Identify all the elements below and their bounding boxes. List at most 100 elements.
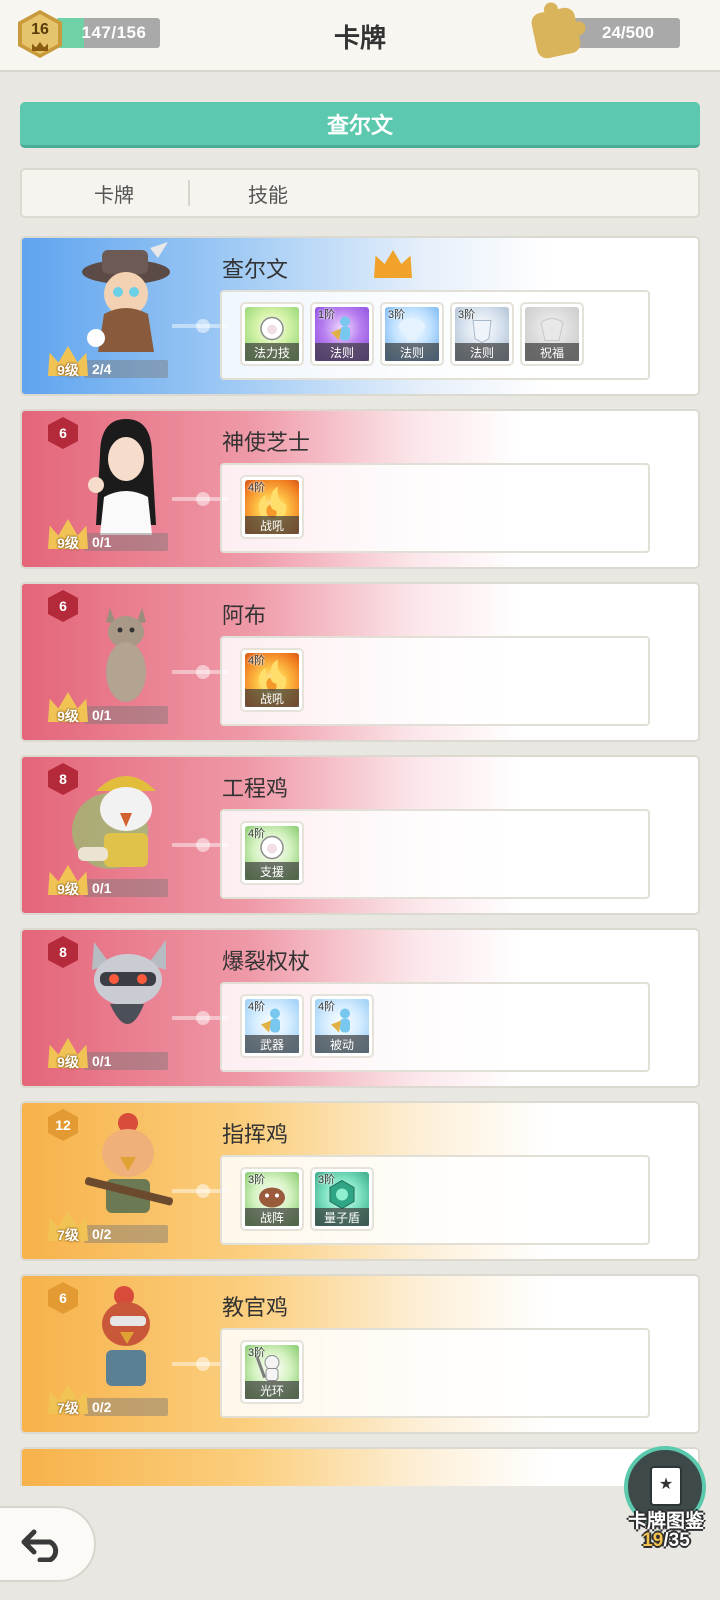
skill-box: 3阶 战阵 3阶 量子盾 xyxy=(220,1155,650,1245)
skill-label: 战阵 xyxy=(245,1208,299,1226)
skill-slot[interactable]: 3阶法则 xyxy=(450,302,514,366)
card-level: 9级 xyxy=(57,708,79,724)
shard-progress: 0/1 xyxy=(84,879,168,897)
tab-divider xyxy=(188,180,190,206)
card-row[interactable]: 12 7级 0/2 指挥鸡 3阶 战阵 3阶 量子盾 xyxy=(20,1101,700,1261)
commander-chicken-portrait[interactable] xyxy=(70,1107,182,1227)
hero-name-bar[interactable]: 查尔文 xyxy=(20,102,700,148)
skill-label: 法则 xyxy=(385,343,439,361)
skill-slot[interactable]: 4阶支援 xyxy=(240,821,304,885)
card-level: 9级 xyxy=(57,362,79,378)
skill-slot[interactable]: 4阶战吼 xyxy=(240,648,304,712)
skill-tier: 4阶 xyxy=(248,1001,266,1013)
cat-portrait[interactable] xyxy=(70,588,182,708)
skill-slot[interactable]: 3阶战阵 xyxy=(240,1167,304,1231)
level-crown: 9级 xyxy=(48,692,88,726)
bottom-area xyxy=(0,1486,720,1600)
skill-label: 战吼 xyxy=(245,516,299,534)
card-row[interactable]: 6 9级 0/1 神使芝士 4阶 战吼 xyxy=(20,409,700,569)
skill-box: 4阶 武器 4阶 被动 xyxy=(220,982,650,1072)
card-name: 工程鸡 xyxy=(222,776,289,801)
card-row[interactable]: 9级 2/4 查尔文 法力技 1阶 法则 3阶 法则 3阶 法则 祝福 xyxy=(20,236,700,396)
skill-slot[interactable]: 4阶 被动 xyxy=(310,994,374,1058)
skill-slot[interactable]: 4阶武器 xyxy=(240,994,304,1058)
robot-raccoon-portrait[interactable] xyxy=(70,934,182,1054)
skill-label: 法力技 xyxy=(245,343,299,361)
skill-tier: 3阶 xyxy=(248,1174,266,1186)
instructor-chicken-portrait[interactable] xyxy=(70,1280,182,1400)
skill-tier: 4阶 xyxy=(248,482,266,494)
level-crown: 9级 xyxy=(48,865,88,899)
card-row[interactable]: 6 7级 0/2 教官鸡 3阶 光环 xyxy=(20,1274,700,1434)
top-bar: 16 147/156 卡牌 24/500 xyxy=(0,0,720,72)
shard-progress: 0/2 xyxy=(84,1398,168,1416)
back-arrow-icon xyxy=(21,1529,59,1562)
card-name: 阿布 xyxy=(222,603,267,628)
level-crown: 9级 xyxy=(48,519,88,553)
skill-box: 4阶战吼 xyxy=(220,463,650,553)
skill-tier: 4阶 xyxy=(248,655,266,667)
skill-label: 支援 xyxy=(245,862,299,880)
card-row[interactable]: 8 9级 0/1 爆裂权杖 4阶 武器 4阶 被动 xyxy=(20,928,700,1088)
skill-label: 战吼 xyxy=(245,689,299,707)
skill-slot[interactable]: 3阶 法则 xyxy=(380,302,444,366)
gold-crown-icon xyxy=(374,250,412,278)
tab-skills[interactable]: 技能 xyxy=(248,170,288,216)
shard-progress: 0/1 xyxy=(84,533,168,551)
card-name: 爆裂权杖 xyxy=(222,949,311,974)
skill-label: 被动 xyxy=(315,1035,369,1053)
tab-cards[interactable]: 卡牌 xyxy=(94,170,134,216)
level-crown: 9级 xyxy=(48,1038,88,1072)
card-list[interactable]: 9级 2/4 查尔文 法力技 1阶 法则 3阶 法则 3阶 法则 祝福 6 9级 0/1 神使芝士 4阶 战吼 6… xyxy=(0,236,720,1486)
skill-slot[interactable]: 祝福 xyxy=(520,302,584,366)
card-row[interactable]: 8 9级 0/1 工程鸡 4阶 支援 xyxy=(20,755,700,915)
level-crown: 7级 xyxy=(48,1384,88,1418)
skill-box: 法力技 1阶 法则 3阶 法则 3阶 法则 祝福 xyxy=(220,290,650,380)
skill-tier: 4阶 xyxy=(248,828,266,840)
skill-slot[interactable]: 1阶法则 xyxy=(310,302,374,366)
card-name: 神使芝士 xyxy=(222,430,311,455)
card-level: 7级 xyxy=(57,1227,79,1243)
card-collection-label: 卡牌图鉴 xyxy=(627,1511,704,1532)
card-level: 7级 xyxy=(57,1400,79,1416)
card-row-partial[interactable] xyxy=(20,1447,700,1486)
level-crown: 9级 xyxy=(48,346,88,380)
skill-label: 法则 xyxy=(315,343,369,361)
steampunk-mage-portrait[interactable] xyxy=(70,242,182,362)
skill-tier: 1阶 xyxy=(318,309,336,321)
level-crown: 7级 xyxy=(48,1211,88,1245)
skill-box: 4阶支援 xyxy=(220,809,650,899)
skill-slot[interactable]: 3阶量子盾 xyxy=(310,1167,374,1231)
back-button[interactable] xyxy=(0,1506,96,1582)
skill-slot[interactable]: 法力技 xyxy=(240,302,304,366)
card-name: 教官鸡 xyxy=(222,1295,289,1320)
player-level: 16 xyxy=(31,21,49,38)
skill-label: 量子盾 xyxy=(315,1208,369,1226)
skill-tier: 3阶 xyxy=(248,1347,266,1359)
skill-label: 祝福 xyxy=(525,343,579,361)
skill-label: 武器 xyxy=(245,1035,299,1053)
card-level: 9级 xyxy=(57,881,79,897)
skill-tier: 3阶 xyxy=(318,1174,336,1186)
skill-slot[interactable]: 4阶战吼 xyxy=(240,475,304,539)
skill-slot[interactable]: 3阶 光环 xyxy=(240,1340,304,1404)
card-name: 指挥鸡 xyxy=(222,1122,289,1147)
shard-progress: 0/1 xyxy=(84,1052,168,1070)
card-collection-count: 19/35 xyxy=(614,1530,718,1552)
collection-total: /35 xyxy=(663,1530,690,1551)
card-level: 9级 xyxy=(57,1054,79,1070)
card-row[interactable]: 6 9级 0/1 阿布 4阶 战吼 xyxy=(20,582,700,742)
skill-box: 3阶 光环 xyxy=(220,1328,650,1418)
girl-portrait[interactable] xyxy=(70,415,182,535)
puzzle-icon xyxy=(529,5,583,61)
shard-progress: 0/1 xyxy=(84,706,168,724)
tab-bar: 卡牌 技能 xyxy=(20,168,700,218)
engineer-chicken-portrait[interactable] xyxy=(70,761,182,881)
skill-tier: 3阶 xyxy=(458,309,476,321)
skill-box: 4阶战吼 xyxy=(220,636,650,726)
book-icon: ★ xyxy=(650,1466,682,1506)
collection-current: 19 xyxy=(642,1530,664,1551)
card-name: 查尔文 xyxy=(222,257,289,282)
skill-label: 法则 xyxy=(455,343,509,361)
star-icon: ★ xyxy=(658,1476,674,1493)
